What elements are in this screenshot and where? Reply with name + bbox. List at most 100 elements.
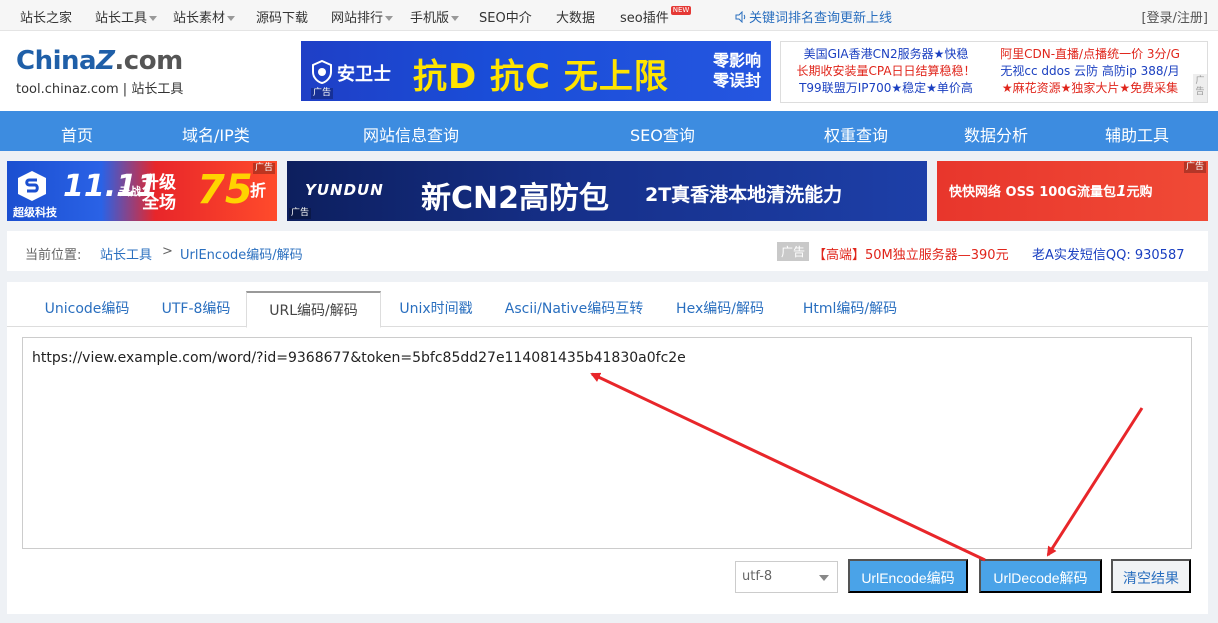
text-ad-link[interactable]: T99联盟万IP700★稳定★单价高	[787, 80, 985, 97]
ad-upgrade-line-2: 全场	[142, 193, 176, 213]
nav-item-domain-ip[interactable]: 域名/IP类	[182, 122, 250, 146]
tab-unicode[interactable]: Unicode编码	[27, 291, 147, 327]
ad-yundun-headline: 新CN2高防包	[421, 181, 609, 216]
tab-utf8[interactable]: UTF-8编码	[147, 291, 245, 327]
logo-text-suffix: .com	[114, 46, 183, 76]
breadcrumb-separator: >	[162, 244, 173, 259]
clear-result-button[interactable]: 清空结果	[1111, 559, 1191, 593]
ad-badge: 广告	[777, 242, 810, 261]
topbar-menu-rank[interactable]: 网站排行	[331, 7, 394, 26]
text-ads-left: 美国GIA香港CN2服务器★快稳 长期收安装量CPA日日结算稳稳！ T99联盟万…	[787, 46, 985, 97]
ad-kuaikuai-text-prefix: 快快网络 OSS 100G流量包	[949, 185, 1117, 200]
banner-slogan: 零影响 零误封	[713, 51, 761, 91]
topbar-menu-tools[interactable]: 站长工具	[95, 7, 158, 26]
charset-select-value: utf-8	[742, 569, 773, 584]
text-ad-link[interactable]: ★麻花资源★独家大片★免费采集	[987, 80, 1193, 97]
topbar-link-seo[interactable]: SEO中介	[479, 7, 532, 26]
text-ad-link[interactable]: 美国GIA香港CN2服务器★快稳	[787, 46, 985, 63]
ad-tag: 广告	[289, 208, 312, 219]
tab-hex[interactable]: Hex编码/解码	[657, 291, 783, 327]
chevron-down-icon	[819, 575, 829, 581]
ad-tag: 广告	[311, 88, 334, 99]
ad-discount-number: 75	[197, 167, 253, 213]
nav-item-weight[interactable]: 权重查询	[824, 122, 888, 146]
shield-icon	[312, 60, 332, 84]
chevron-down-icon	[451, 16, 460, 21]
nav-item-aux-tools[interactable]: 辅助工具	[1105, 122, 1169, 146]
urldecode-button[interactable]: UrlDecode解码	[979, 559, 1102, 593]
ad-tag: 广告	[1183, 162, 1206, 173]
banner-headline: 抗D 抗C 无上限	[413, 57, 669, 97]
ad-kuaikuai-text: 快快网络 OSS 100G流量包1元购	[949, 181, 1153, 200]
nav-item-home[interactable]: 首页	[61, 122, 93, 146]
tab-bar: Unicode编码 UTF-8编码 URL编码/解码 Unix时间戳 Ascii…	[7, 291, 1208, 328]
url-input-textarea[interactable]: https://view.example.com/word/?id=936867…	[22, 337, 1192, 549]
header: ChinaZ.com tool.chinaz.com | 站长工具 安卫士 抗D…	[0, 31, 1218, 111]
tab-unix-timestamp[interactable]: Unix时间戳	[381, 291, 491, 327]
nav-item-analytics[interactable]: 数据分析	[964, 122, 1028, 146]
tab-ascii-native[interactable]: Ascii/Native编码互转	[491, 291, 657, 327]
banner-ad-anweishi[interactable]: 安卫士 抗D 抗C 无上限 零影响 零误封 广告	[301, 41, 771, 101]
ad-qq-link[interactable]: 老A实发短信QQ: 930587	[1032, 244, 1185, 263]
ad-upgrade-text: 升级 全场	[142, 173, 176, 213]
breadcrumb: 当前位置: 站长工具 > UrlEncode编码/解码 广告 【高端】50M独立…	[7, 231, 1208, 271]
nav-item-site-info[interactable]: 网站信息查询	[363, 122, 459, 146]
topbar-menu-rank-label: 网站排行	[331, 11, 384, 26]
topbar-menu-mobile[interactable]: 手机版	[410, 7, 460, 26]
brand-logo-icon	[18, 171, 46, 201]
nav-item-seo[interactable]: SEO查询	[630, 122, 695, 146]
ad-cloud-text: 云战	[119, 185, 141, 198]
ad-kuaikuai-text-suffix: 元购	[1126, 185, 1153, 200]
text-ads-right: 阿里CDN-直播/点播统一价 3分/G 无视cc ddos 云防 高防ip 38…	[987, 46, 1193, 97]
ad-discount-unit: 折	[250, 181, 267, 200]
banner-ad-yundun[interactable]: YUNDUN 新CN2高防包 2T真香港本地清洗能力 广告	[287, 161, 927, 221]
topbar-notice[interactable]: 关键词排名查询更新上线	[735, 7, 892, 26]
login-register-link[interactable]: [登录/注册]	[1141, 7, 1208, 26]
new-badge: NEW	[670, 6, 692, 15]
topbar-link-bigdata[interactable]: 大数据	[556, 7, 595, 26]
chevron-down-icon	[149, 16, 158, 21]
breadcrumb-home-link[interactable]: 站长工具	[100, 244, 152, 263]
banner-brand: 安卫士	[337, 64, 391, 85]
logo-text-prefix: China	[16, 46, 97, 76]
ad-tag: 广告	[252, 163, 275, 174]
site-logo[interactable]: ChinaZ.com tool.chinaz.com | 站长工具	[16, 47, 206, 99]
topbar-menu-mobile-label: 手机版	[410, 11, 450, 26]
text-ad-link[interactable]: 无视cc ddos 云防 高防ip 388/月	[987, 63, 1193, 80]
main-nav: 首页 域名/IP类 网站信息查询 SEO查询 权重查询 数据分析 辅助工具	[0, 111, 1218, 151]
topbar-menu-tools-label: 站长工具	[95, 11, 148, 26]
banner-slogan-line-2: 零误封	[712, 71, 761, 90]
charset-select[interactable]: utf-8	[735, 561, 838, 593]
chevron-down-icon	[385, 16, 394, 21]
ad-brand-text: 超级科技	[13, 206, 57, 219]
yundun-logo: YUNDUN	[305, 181, 384, 199]
logo-subtitle: tool.chinaz.com | 站长工具	[16, 82, 184, 97]
tab-html[interactable]: Html编码/解码	[783, 291, 917, 327]
logo-text-z: Z	[96, 46, 115, 76]
speaker-icon	[735, 11, 746, 23]
urlencode-button[interactable]: UrlEncode编码	[848, 559, 968, 593]
topbar-menu-assets[interactable]: 站长素材	[173, 7, 236, 26]
topbar-link-seoplugin[interactable]: seo插件NEW	[620, 6, 692, 26]
topbar-link-home[interactable]: 站长之家	[20, 7, 72, 26]
banner-ad-double11[interactable]: 超级科技 11.11 云战 升级 全场 75 折 广告	[7, 161, 277, 221]
topbar-notice-text: 关键词排名查询更新上线	[749, 11, 893, 26]
text-ad-link[interactable]: 长期收安装量CPA日日结算稳稳！	[787, 63, 985, 80]
topbar-menu-assets-label: 站长素材	[173, 11, 226, 26]
ad-yundun-sub: 2T真香港本地清洗能力	[645, 184, 843, 206]
ad-text-link[interactable]: 【高端】50M独立服务器—390元	[813, 244, 1009, 263]
topbar-link-seoplugin-label: seo插件	[620, 11, 669, 26]
topbar-link-source[interactable]: 源码下载	[256, 7, 308, 26]
ad-upgrade-line-1: 升级	[142, 173, 176, 193]
ad-kuaikuai-text-num: 1	[1116, 182, 1127, 200]
tab-url-encode[interactable]: URL编码/解码	[246, 291, 381, 328]
banner-ad-kuaikuai[interactable]: 快快网络 OSS 100G流量包1元购 广告	[937, 161, 1208, 221]
ad-tag: 广告	[1193, 74, 1207, 102]
banner-slogan-line-1: 零影响	[712, 51, 761, 70]
top-bar: 站长之家 站长工具 站长素材 源码下载 网站排行 手机版 SEO中介 大数据 s…	[0, 0, 1218, 31]
breadcrumb-current[interactable]: UrlEncode编码/解码	[180, 244, 303, 263]
text-ads-box: 美国GIA香港CN2服务器★快稳 长期收安装量CPA日日结算稳稳！ T99联盟万…	[780, 41, 1208, 103]
breadcrumb-label: 当前位置:	[25, 248, 82, 263]
text-ad-link[interactable]: 阿里CDN-直播/点播统一价 3分/G	[987, 46, 1193, 63]
chevron-down-icon	[227, 16, 236, 21]
